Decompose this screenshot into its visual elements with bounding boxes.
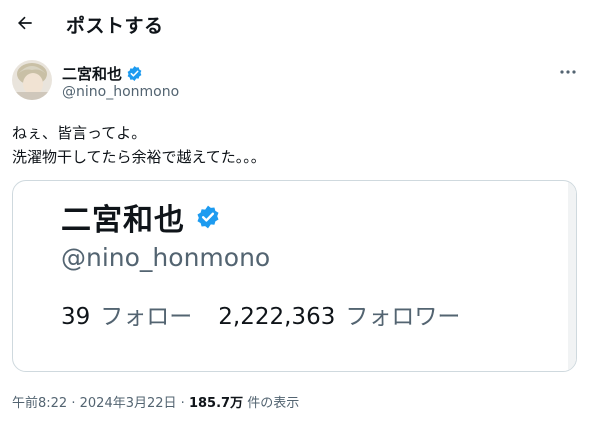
following-label: フォロー	[100, 304, 193, 330]
views-count: 185.7万	[188, 396, 244, 411]
author-name[interactable]: 二宮和也	[62, 63, 122, 84]
page-title: ポストする	[66, 15, 164, 37]
avatar[interactable]	[12, 60, 52, 100]
profile-screenshot-card[interactable]: 二宮和也 @nino_honmono 39 フォロー 2,222,363 フォロ…	[12, 180, 577, 372]
more-options-button[interactable]	[556, 62, 580, 82]
card-stats: 39 フォロー 2,222,363 フォロワー	[61, 297, 460, 331]
following-count: 39	[61, 304, 91, 330]
meta-separator: ·	[180, 396, 185, 411]
verified-badge-icon	[197, 205, 219, 229]
post-time[interactable]: 午前8:22	[12, 396, 67, 411]
views-label: 件の表示	[247, 396, 300, 411]
post-text-line: 洗濯物干してたら余裕で越えてた。。。	[12, 148, 266, 166]
card-name-row: 二宮和也	[61, 195, 221, 239]
card-handle: @nino_honmono	[61, 243, 271, 272]
top-bar: ポストする	[0, 0, 591, 48]
arrow-left-icon	[18, 16, 32, 30]
card-name: 二宮和也	[61, 203, 185, 238]
post-date[interactable]: 2024年3月22日	[80, 396, 177, 411]
author-row: 二宮和也	[62, 63, 143, 84]
meta-separator: ·	[71, 396, 76, 411]
back-button[interactable]	[8, 6, 42, 40]
post-meta: 午前8:22 · 2024年3月22日 · 185.7万 件の表示	[12, 392, 299, 411]
verified-badge-icon	[127, 66, 142, 81]
more-dots-icon	[560, 70, 576, 74]
followers-label: フォロワー	[345, 304, 461, 330]
card-scrollbar	[568, 181, 576, 371]
post-text-line: ねぇ、皆言ってよ。	[12, 124, 147, 142]
followers-count: 2,222,363	[218, 304, 336, 330]
author-handle[interactable]: @nino_honmono	[62, 84, 179, 100]
post-text: ねぇ、皆言ってよ。 洗濯物干してたら余裕で越えてた。。。	[12, 121, 266, 169]
